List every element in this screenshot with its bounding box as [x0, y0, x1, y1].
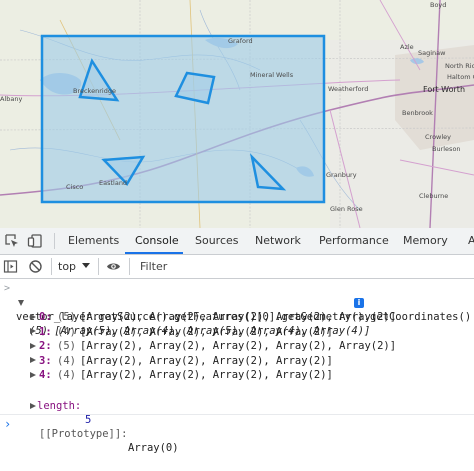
map-view[interactable]: Graford Breckenridge Mineral Wells Weatherf…	[0, 0, 474, 228]
map-place-label: Benbrook	[402, 109, 433, 117]
map-place-label: Albany	[0, 95, 23, 103]
map-place-label: Eastland	[99, 179, 128, 187]
entry-index: 2:	[39, 340, 52, 353]
map-place-label: Haltom City	[447, 73, 474, 81]
array-entry-row[interactable]: 0: (5) [Array(2), Array(2), Array(2), Arra…	[0, 310, 474, 324]
entry-count: (5)	[57, 311, 76, 323]
entry-value: [Array(2), Array(2), Array(2), Array(2)]	[80, 369, 333, 382]
map-place-label: Fort Worth	[423, 85, 466, 94]
clear-console-icon[interactable]	[28, 259, 43, 274]
entry-count: (5)	[57, 340, 76, 353]
chevron-right-icon: >	[4, 283, 11, 294]
toolbar-divider	[51, 258, 52, 275]
map-place-label: Crowley	[425, 133, 452, 141]
entry-count: (4)	[57, 369, 76, 382]
console-toolbar: top	[0, 255, 474, 279]
entry-index: 1:	[39, 325, 52, 338]
map-place-label: North Richland	[445, 62, 474, 70]
tab-network[interactable]: Network	[255, 228, 301, 254]
filter-input[interactable]	[134, 256, 470, 276]
entry-value: [Array(2), Array(2), Array(2), Array(2)]	[80, 325, 333, 338]
console-output[interactable]: > vector_layer.getSource().getFeatures()…	[0, 279, 474, 471]
map-place-label: Breckenridge	[73, 87, 116, 95]
console-input-prompt-icon[interactable]: ›	[4, 417, 11, 431]
devtools-panel: Elements Console Sources Network Performance…	[0, 228, 474, 471]
array-entry-row[interactable]: 4: (4) [Array(2), Array(2), Array(2), Arra…	[0, 368, 474, 382]
toolbar-divider	[98, 258, 99, 275]
expand-arrow-icon[interactable]	[30, 313, 36, 320]
entry-count: (4)	[57, 354, 76, 367]
length-value: 5	[85, 414, 92, 426]
map-place-label: Mineral Wells	[250, 71, 294, 79]
map-place-label: Weatherford	[328, 85, 369, 93]
toolbar-divider	[129, 258, 130, 275]
chevron-down-icon[interactable]	[82, 263, 90, 268]
tab-memory[interactable]: Memory	[403, 228, 448, 254]
devtools-tabbar: Elements Console Sources Network Performance…	[0, 228, 474, 255]
map-place-label: Graford	[228, 37, 253, 45]
map-place-label: Saginaw	[418, 49, 446, 57]
device-toolbar-icon[interactable]	[27, 233, 43, 249]
context-selector[interactable]: top	[58, 255, 76, 278]
console-result-row[interactable]: (5) [Array(5), Array(4), Array(5), Array…	[0, 296, 474, 337]
expand-arrow-icon[interactable]	[30, 357, 36, 364]
array-entry-row[interactable]: 3: (4) [Array(2), Array(2), Array(2), Arra…	[0, 354, 474, 368]
entry-value: [Array(2), Array(2), Array(2), Array(2)]	[80, 354, 333, 367]
tab-console[interactable]: Console	[135, 228, 179, 254]
entry-count: (4)	[57, 325, 76, 338]
sidebar-toggle-icon[interactable]	[3, 259, 18, 274]
entry-index: 4:	[39, 369, 52, 382]
expand-arrow-icon[interactable]	[30, 402, 36, 409]
expand-arrow-icon[interactable]	[30, 328, 36, 335]
map-place-label: Cleburne	[419, 192, 449, 200]
map-place-label: Granbury	[326, 171, 357, 179]
expand-arrow-icon[interactable]	[30, 342, 36, 349]
prototype-value: Array(0)	[128, 442, 179, 454]
map-place-label: Cisco	[66, 183, 84, 191]
collapse-arrow-icon[interactable]	[18, 300, 24, 306]
entry-value: [Array(2), Array(2), Array(2), Array(2),…	[80, 340, 397, 353]
prototype-key: [[Prototype]]:	[39, 428, 128, 440]
expand-arrow-icon[interactable]	[30, 371, 36, 378]
entry-index: 3:	[39, 354, 52, 367]
tab-performance[interactable]: Performance	[319, 228, 389, 254]
info-icon[interactable]: i	[354, 298, 364, 308]
map-place-label: Glen Rose	[330, 205, 363, 213]
length-row: length: 5	[0, 385, 474, 426]
array-entry-row[interactable]: 2: (5) [Array(2), Array(2), Array(2), Arra…	[0, 339, 474, 353]
eye-icon[interactable]	[106, 259, 121, 274]
console-command-row: > vector_layer.getSource().getFeatures()…	[0, 282, 474, 323]
tab-a[interactable]: A	[468, 228, 474, 254]
console-divider	[0, 414, 474, 415]
entry-value: [Array(2), Array(2), Array(2), Array(2),…	[80, 311, 397, 323]
tab-sources[interactable]: Sources	[195, 228, 239, 254]
prototype-row[interactable]: [[Prototype]]: Array(0)	[0, 399, 474, 454]
map-place-label: Burleson	[432, 145, 461, 153]
map-place-label: Azle	[400, 43, 414, 51]
tabbar-divider	[54, 233, 55, 249]
inspect-element-icon[interactable]	[4, 233, 20, 249]
entry-index: 0:	[39, 311, 52, 323]
drawn-box[interactable]	[40, 34, 326, 204]
map-place-label: Boyd	[430, 1, 447, 9]
tab-elements[interactable]: Elements	[68, 228, 119, 254]
context-selector-label: top	[58, 260, 77, 273]
array-entry-row[interactable]: 1: (4) [Array(2), Array(2), Array(2), Arra…	[0, 325, 474, 339]
active-tab-indicator	[125, 252, 183, 254]
